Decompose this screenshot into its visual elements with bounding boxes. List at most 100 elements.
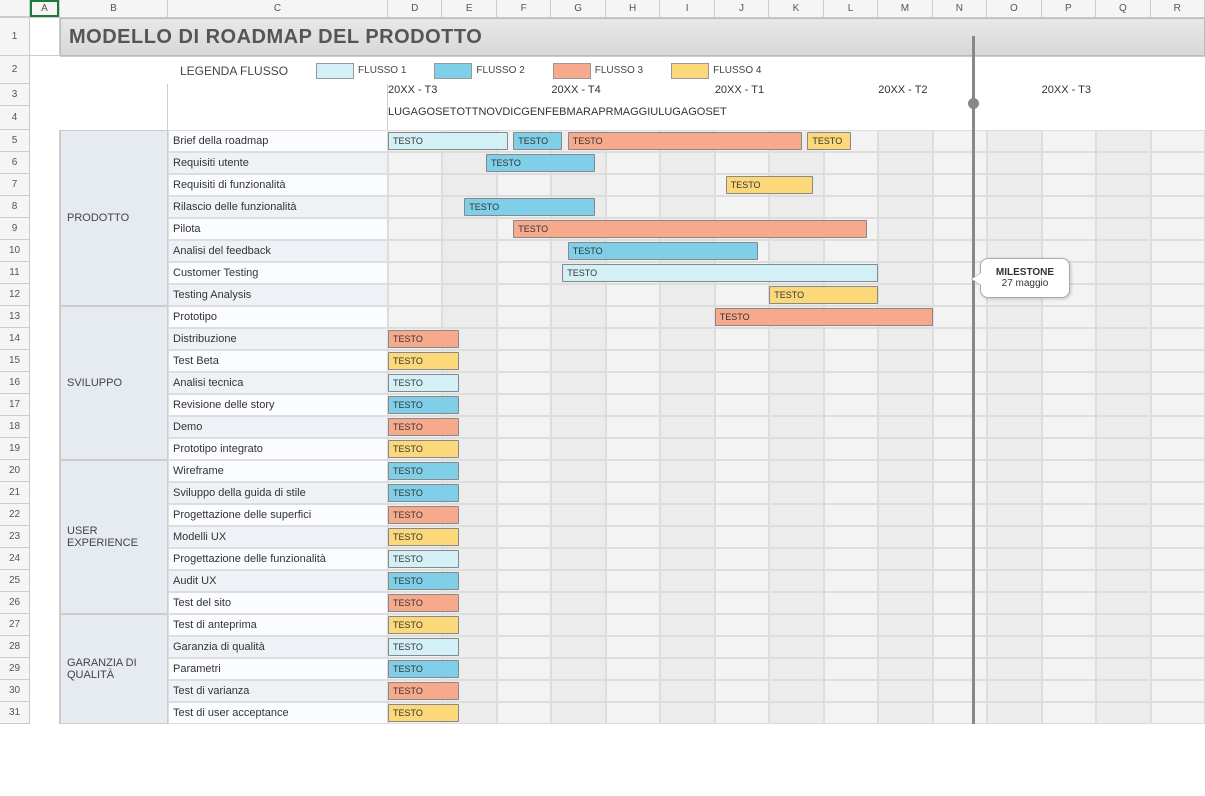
gantt-cell[interactable] — [1096, 438, 1150, 460]
task-label-cell[interactable]: Testing Analysis — [168, 284, 388, 306]
gantt-cell[interactable] — [551, 306, 605, 328]
col-H[interactable]: H — [606, 0, 660, 17]
gantt-cell[interactable] — [606, 416, 660, 438]
gantt-cell[interactable] — [769, 680, 823, 702]
gantt-cell[interactable] — [824, 592, 878, 614]
gantt-cell[interactable] — [824, 702, 878, 724]
gantt-cell[interactable] — [1151, 526, 1205, 548]
gantt-cell[interactable] — [715, 526, 769, 548]
gantt-cell[interactable] — [606, 482, 660, 504]
gantt-cell[interactable] — [497, 636, 551, 658]
gantt-cell[interactable] — [1151, 394, 1205, 416]
row-header-20[interactable]: 20 — [0, 460, 30, 482]
gantt-cell[interactable] — [1042, 416, 1096, 438]
row-header-31[interactable]: 31 — [0, 702, 30, 724]
gantt-cell[interactable] — [878, 702, 932, 724]
gantt-cell[interactable] — [1151, 130, 1205, 152]
task-label-cell[interactable]: Prototipo — [168, 306, 388, 328]
row-header-17[interactable]: 17 — [0, 394, 30, 416]
gantt-cell[interactable] — [660, 196, 714, 218]
col-G[interactable]: G — [551, 0, 605, 17]
gantt-cell[interactable] — [606, 570, 660, 592]
row-header-22[interactable]: 22 — [0, 504, 30, 526]
gantt-cell[interactable] — [824, 570, 878, 592]
gantt-cell[interactable] — [1151, 438, 1205, 460]
gantt-cell[interactable] — [769, 482, 823, 504]
gantt-cell[interactable] — [497, 482, 551, 504]
gantt-cell[interactable] — [551, 680, 605, 702]
gantt-bar[interactable]: TESTO — [769, 286, 878, 304]
gantt-cell[interactable] — [1096, 262, 1150, 284]
gantt-bar[interactable]: TESTO — [388, 352, 459, 370]
row-header-6[interactable]: 6 — [0, 152, 30, 174]
gantt-cell[interactable] — [551, 350, 605, 372]
gantt-cell[interactable] — [1096, 372, 1150, 394]
gantt-cell[interactable] — [442, 284, 496, 306]
gantt-cell[interactable] — [1096, 394, 1150, 416]
gantt-cell[interactable] — [388, 152, 442, 174]
gantt-cell[interactable] — [1151, 614, 1205, 636]
gantt-cell[interactable] — [987, 482, 1041, 504]
gantt-bar[interactable]: TESTO — [388, 550, 459, 568]
gantt-cell[interactable] — [1042, 394, 1096, 416]
gantt-bar[interactable]: TESTO — [715, 308, 933, 326]
gantt-cell[interactable] — [1096, 702, 1150, 724]
row-header-27[interactable]: 27 — [0, 614, 30, 636]
gantt-cell[interactable] — [497, 284, 551, 306]
gantt-cell[interactable] — [1096, 614, 1150, 636]
gantt-cell[interactable] — [878, 658, 932, 680]
row-header-4[interactable]: 4 — [0, 106, 30, 130]
gantt-cell[interactable] — [987, 592, 1041, 614]
task-label-cell[interactable]: Audit UX — [168, 570, 388, 592]
row-header-15[interactable]: 15 — [0, 350, 30, 372]
gantt-bar[interactable]: TESTO — [388, 132, 508, 150]
gantt-bar[interactable]: TESTO — [388, 616, 459, 634]
gantt-cell[interactable] — [1096, 680, 1150, 702]
gantt-cell[interactable] — [769, 240, 823, 262]
col-Q[interactable]: Q — [1096, 0, 1150, 17]
gantt-cell[interactable] — [497, 394, 551, 416]
gantt-cell[interactable] — [715, 416, 769, 438]
gantt-cell[interactable] — [824, 658, 878, 680]
gantt-bar[interactable]: TESTO — [388, 572, 459, 590]
gantt-cell[interactable] — [497, 592, 551, 614]
gantt-cell[interactable] — [442, 306, 496, 328]
gantt-cell[interactable] — [987, 152, 1041, 174]
gantt-cell[interactable] — [388, 196, 442, 218]
gantt-cell[interactable] — [1042, 350, 1096, 372]
gantt-cell[interactable] — [987, 636, 1041, 658]
gantt-cell[interactable] — [878, 438, 932, 460]
col-P[interactable]: P — [1042, 0, 1096, 17]
gantt-cell[interactable] — [715, 680, 769, 702]
gantt-cell[interactable] — [715, 394, 769, 416]
gantt-cell[interactable] — [878, 570, 932, 592]
gantt-cell[interactable] — [878, 680, 932, 702]
gantt-cell[interactable] — [497, 570, 551, 592]
gantt-cell[interactable] — [1151, 284, 1205, 306]
task-label-cell[interactable]: Progettazione delle funzionalità — [168, 548, 388, 570]
gantt-cell[interactable] — [1096, 306, 1150, 328]
gantt-cell[interactable] — [1151, 416, 1205, 438]
gantt-cell[interactable] — [987, 614, 1041, 636]
gantt-cell[interactable] — [1096, 174, 1150, 196]
gantt-cell[interactable] — [660, 416, 714, 438]
gantt-cell[interactable] — [824, 504, 878, 526]
gantt-cell[interactable] — [933, 702, 987, 724]
gantt-cell[interactable] — [1151, 218, 1205, 240]
gantt-cell[interactable] — [1042, 174, 1096, 196]
gantt-cell[interactable] — [769, 438, 823, 460]
gantt-cell[interactable] — [987, 702, 1041, 724]
row-header-21[interactable]: 21 — [0, 482, 30, 504]
gantt-bar[interactable]: TESTO — [388, 440, 459, 458]
gantt-cell[interactable] — [987, 328, 1041, 350]
gantt-cell[interactable] — [933, 196, 987, 218]
gantt-cell[interactable] — [606, 196, 660, 218]
gantt-cell[interactable] — [824, 372, 878, 394]
gantt-cell[interactable] — [715, 570, 769, 592]
gantt-cell[interactable] — [878, 592, 932, 614]
gantt-cell[interactable] — [606, 394, 660, 416]
gantt-cell[interactable] — [824, 350, 878, 372]
gantt-cell[interactable] — [987, 174, 1041, 196]
col-F[interactable]: F — [497, 0, 551, 17]
gantt-cell[interactable] — [1096, 328, 1150, 350]
